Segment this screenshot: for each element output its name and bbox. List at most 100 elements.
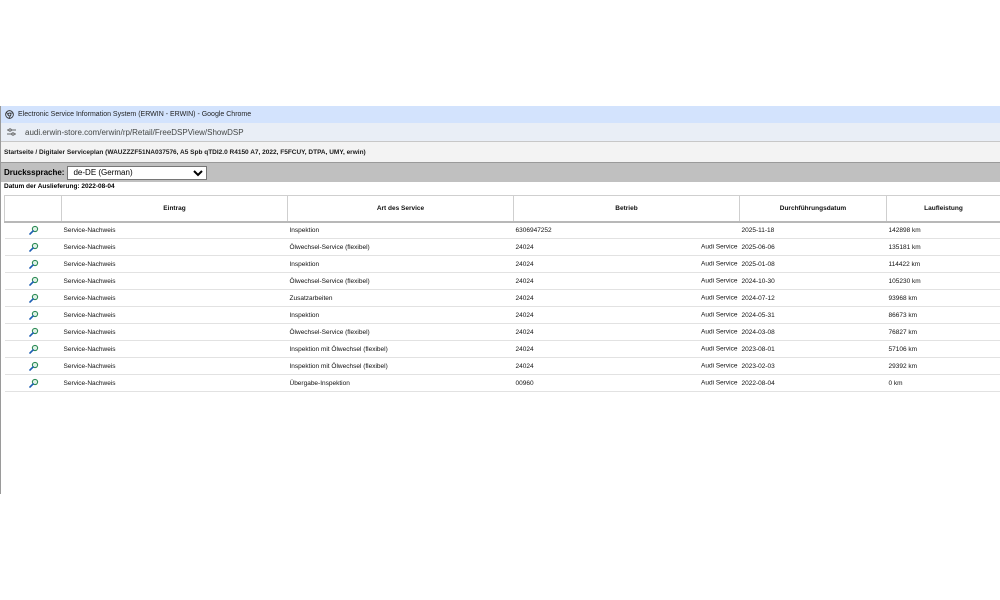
service-type-cell: Übergabe-Inspektion (287, 374, 514, 392)
magnifier-icon[interactable] (29, 259, 39, 269)
delivery-date: Datum der Auslieferung: 2022-08-04 (1, 182, 1000, 192)
betrieb-org: Audi Service (701, 294, 738, 302)
service-type-cell: Inspektion mit Ölwechsel (flexibel) (287, 357, 514, 375)
mileage-cell: 135181 km (886, 238, 1000, 256)
service-type-cell: Inspektion (287, 221, 514, 239)
date-cell: 2024-07-12 (739, 289, 887, 307)
window-titlebar: Electronic Service Information System (E… (1, 106, 1000, 123)
entry-cell: Service-Nachweis (61, 238, 288, 256)
print-language-select[interactable]: de-DE (German) (67, 165, 208, 180)
mileage-cell: 29392 km (886, 357, 1000, 375)
magnifier-icon[interactable] (29, 310, 39, 320)
betrieb-number: 24024 (515, 311, 534, 319)
table-row: Service-Nachweis Ölwechsel-Service (flex… (4, 238, 1000, 256)
row-action-cell (4, 238, 62, 256)
betrieb-cell: 24024 Audi Service (513, 255, 740, 273)
betrieb-number: 24024 (515, 294, 534, 302)
date-cell: 2025-11-18 (739, 221, 887, 239)
entry-cell: Service-Nachweis (61, 272, 288, 290)
betrieb-number: 24024 (515, 277, 534, 285)
table-row: Service-Nachweis Inspektion mit Ölwechse… (4, 340, 1000, 358)
window-title: Electronic Service Information System (E… (18, 111, 252, 118)
magnifier-icon[interactable] (29, 327, 39, 337)
address-bar[interactable]: audi.erwin-store.com/erwin/rp/Retail/Fre… (1, 123, 1000, 142)
entry-cell: Service-Nachweis (61, 306, 288, 324)
betrieb-cell: 24024 Audi Service (513, 238, 740, 256)
mileage-cell: 57106 km (886, 340, 1000, 358)
betrieb-org: Audi Service (701, 243, 738, 251)
mileage-cell: 105230 km (886, 272, 1000, 290)
date-cell: 2024-03-08 (739, 323, 887, 341)
row-action-cell (4, 289, 62, 307)
betrieb-number: 6306947252 (515, 226, 552, 234)
entry-cell: Service-Nachweis (61, 289, 288, 307)
date-cell: 2023-08-01 (739, 340, 887, 358)
row-action-cell (4, 255, 62, 273)
mileage-cell: 114422 km (886, 255, 1000, 273)
url-text[interactable]: audi.erwin-store.com/erwin/rp/Retail/Fre… (25, 128, 244, 137)
mileage-cell: 93968 km (886, 289, 1000, 307)
betrieb-cell: 6306947252 (513, 221, 740, 239)
betrieb-number: 24024 (515, 260, 534, 268)
column-header-eintrag: Eintrag (61, 195, 288, 223)
betrieb-cell: 24024 Audi Service (513, 323, 740, 341)
magnifier-icon[interactable] (29, 242, 39, 252)
entry-cell: Service-Nachweis (61, 323, 288, 341)
betrieb-number: 24024 (515, 243, 534, 251)
row-action-cell (4, 357, 62, 375)
betrieb-org: Audi Service (701, 260, 738, 268)
betrieb-cell: 24024 Audi Service (513, 289, 740, 307)
betrieb-org: Audi Service (701, 277, 738, 285)
betrieb-cell: 24024 Audi Service (513, 357, 740, 375)
magnifier-icon[interactable] (29, 378, 39, 388)
betrieb-org: Audi Service (701, 379, 738, 387)
service-type-cell: Ölwechsel-Service (flexibel) (287, 323, 514, 341)
row-action-cell (4, 306, 62, 324)
betrieb-cell: 24024 Audi Service (513, 272, 740, 290)
print-language-label: Druckssprache: (4, 168, 65, 177)
mileage-cell: 0 km (886, 374, 1000, 392)
betrieb-number: 24024 (515, 328, 534, 336)
date-cell: 2024-10-30 (739, 272, 887, 290)
table-body: Service-Nachweis Inspektion 6306947252 2… (4, 221, 1000, 392)
mileage-cell: 86673 km (886, 306, 1000, 324)
chrome-logo-icon (5, 110, 14, 119)
betrieb-org: Audi Service (701, 328, 738, 336)
magnifier-icon[interactable] (29, 276, 39, 286)
date-cell: 2025-01-08 (739, 255, 887, 273)
service-records-table: Eintrag Art des Service Betrieb Durchfüh… (4, 195, 1000, 392)
magnifier-icon[interactable] (29, 225, 39, 236)
betrieb-number: 24024 (515, 345, 534, 353)
betrieb-org: Audi Service (701, 345, 738, 353)
table-row: Service-Nachweis Zusatzarbeiten 24024 Aud… (4, 289, 1000, 307)
betrieb-cell: 00960 Audi Service (513, 374, 740, 392)
magnifier-icon[interactable] (29, 293, 39, 303)
table-row: Service-Nachweis Inspektion mit Ölwechse… (4, 357, 1000, 375)
service-type-cell: Zusatzarbeiten (287, 289, 514, 307)
table-row: Service-Nachweis Ölwechsel-Service (flex… (4, 323, 1000, 341)
entry-cell: Service-Nachweis (61, 221, 288, 239)
row-action-cell (4, 374, 62, 392)
betrieb-cell: 24024 Audi Service (513, 340, 740, 358)
betrieb-org: Audi Service (701, 311, 738, 319)
service-type-cell: Inspektion (287, 306, 514, 324)
breadcrumb: Startseite / Digitaler Serviceplan (WAUZ… (1, 142, 1000, 163)
column-header-durchfuehrungsdatum: Durchführungsdatum (739, 195, 887, 223)
service-type-cell: Inspektion mit Ölwechsel (flexibel) (287, 340, 514, 358)
betrieb-cell: 24024 Audi Service (513, 306, 740, 324)
table-row: Service-Nachweis Ölwechsel-Service (flex… (4, 272, 1000, 290)
table-row: Service-Nachweis Inspektion 24024 Audi Se… (4, 306, 1000, 324)
date-cell: 2023-02-03 (739, 357, 887, 375)
magnifier-icon[interactable] (29, 344, 39, 354)
column-header-laufleistung: Laufleistung (886, 195, 1000, 223)
browser-window: Electronic Service Information System (E… (0, 106, 1000, 494)
magnifier-icon[interactable] (29, 361, 39, 371)
date-cell: 2024-05-31 (739, 306, 887, 324)
table-row: Service-Nachweis Inspektion 24024 Audi Se… (4, 255, 1000, 273)
date-cell: 2025-06-06 (739, 238, 887, 256)
tune-icon[interactable] (7, 128, 16, 136)
betrieb-org: Audi Service (701, 362, 738, 370)
entry-cell: Service-Nachweis (61, 374, 288, 392)
service-type-cell: Ölwechsel-Service (flexibel) (287, 238, 514, 256)
row-action-cell (4, 272, 62, 290)
